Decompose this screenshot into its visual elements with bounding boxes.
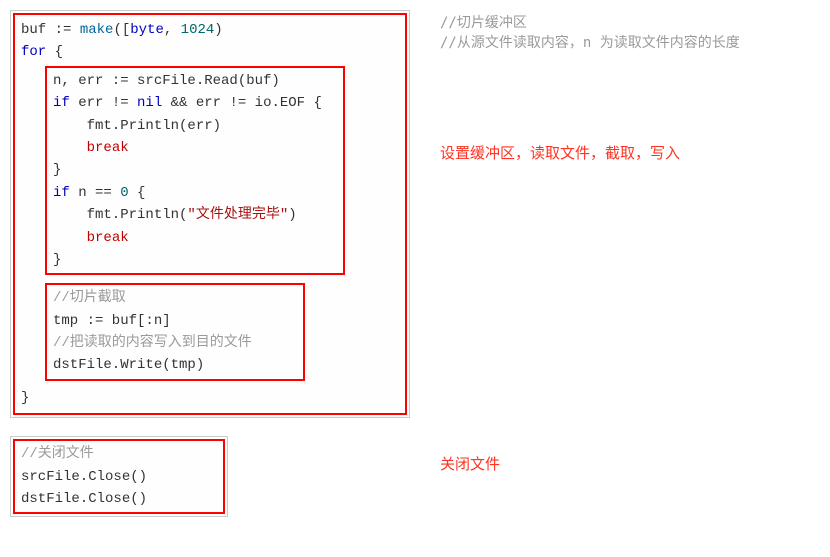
tok-pc: ): [214, 22, 222, 38]
write-box: //切片截取 tmp := buf[:n] //把读取的内容写入到目的文件 ds…: [45, 283, 305, 381]
tok-comma: ,: [164, 22, 181, 38]
tok-nil: nil: [137, 95, 162, 111]
tok-c2: }: [53, 252, 61, 268]
tok-str: "文件处理完毕": [187, 207, 288, 223]
tok-fmt1: fmt.Println(err): [53, 118, 221, 134]
annotation-close-red: 关闭文件: [440, 453, 740, 474]
code-line-11: }: [53, 249, 337, 271]
code-line-9: fmt.Println("文件处理完毕"): [53, 204, 337, 226]
slice-line: tmp := buf[:n]: [53, 310, 297, 332]
tok-break2: break: [87, 230, 129, 246]
tok-r3: n ==: [70, 185, 120, 201]
tok-fmt2: fmt.Println(: [53, 207, 187, 223]
tok-pc2: ): [288, 207, 296, 223]
close-code-block: //关闭文件 srcFile.Close() dstFile.Close(): [10, 436, 228, 517]
tok-po: ([: [113, 22, 130, 38]
annotation-main-red: 设置缓冲区，读取文件，截取，写入: [440, 142, 740, 163]
write-line: dstFile.Write(tmp): [53, 354, 297, 376]
tok-r2: && err != io.EOF {: [162, 95, 322, 111]
tok-read: n, err := srcFile.Read(buf): [53, 73, 280, 89]
outer-red-border: buf := make([byte, 1024) for { n, err :=…: [13, 13, 407, 415]
tok-close2: dstFile.Close(): [21, 491, 147, 507]
code-line-5: fmt.Println(err): [53, 115, 337, 137]
tok-write: dstFile.Write(tmp): [53, 357, 204, 373]
close-line-2: dstFile.Close(): [21, 488, 217, 510]
tok-slice: tmp := buf[:n]: [53, 313, 171, 329]
close-line-1: srcFile.Close(): [21, 466, 217, 488]
slice-comment: //切片截取: [53, 287, 297, 309]
code-line-4: if err != nil && err != io.EOF {: [53, 92, 337, 114]
tok-close1: srcFile.Close(): [21, 469, 147, 485]
cmt-write: //把读取的内容写入到目的文件: [53, 335, 252, 351]
tok-c1: }: [53, 162, 61, 178]
code-line-2: for {: [21, 41, 399, 63]
annotation-column: //切片缓冲区 //从源文件读取内容，n 为读取文件内容的长度 设置缓冲区，读取…: [410, 10, 740, 474]
tok-br2: {: [129, 185, 146, 201]
tok-make: make: [71, 22, 113, 38]
code-line-3: n, err := srcFile.Read(buf): [53, 70, 337, 92]
tok-zero: 0: [120, 185, 128, 201]
code-line-1: buf := make([byte, 1024): [21, 19, 399, 41]
tok-if1: if: [53, 95, 70, 111]
cmt-slice: //切片截取: [53, 290, 126, 306]
tok-outer-close: }: [21, 390, 29, 406]
close-comment: //关闭文件: [21, 443, 217, 465]
code-line-7: }: [53, 159, 337, 181]
code-line-10: break: [53, 227, 337, 249]
code-column: buf := make([byte, 1024) for { n, err :=…: [10, 10, 410, 517]
main-code-block: buf := make([byte, 1024) for { n, err :=…: [10, 10, 410, 418]
tok-brace: {: [46, 44, 63, 60]
code-line-8: if n == 0 {: [53, 182, 337, 204]
tok-byte: byte: [130, 22, 164, 38]
annotation-buffer-comment: //切片缓冲区: [440, 12, 740, 32]
tok-if2: if: [53, 185, 70, 201]
tok-1024: 1024: [181, 22, 215, 38]
write-comment: //把读取的内容写入到目的文件: [53, 332, 297, 354]
outer-close-brace: }: [21, 387, 399, 409]
annotation-read-comment: //从源文件读取内容，n 为读取文件内容的长度: [440, 32, 740, 52]
read-loop-box: n, err := srcFile.Read(buf) if err != ni…: [45, 66, 345, 276]
tok-break1: break: [87, 140, 129, 156]
close-red-border: //关闭文件 srcFile.Close() dstFile.Close(): [13, 439, 225, 514]
tok-r1: err !=: [70, 95, 137, 111]
tok-buf: buf: [21, 22, 55, 38]
cmt-close: //关闭文件: [21, 446, 94, 462]
main-row: buf := make([byte, 1024) for { n, err :=…: [10, 10, 820, 517]
tok-for: for: [21, 44, 46, 60]
code-line-6: break: [53, 137, 337, 159]
tok-assign: :=: [55, 22, 72, 38]
